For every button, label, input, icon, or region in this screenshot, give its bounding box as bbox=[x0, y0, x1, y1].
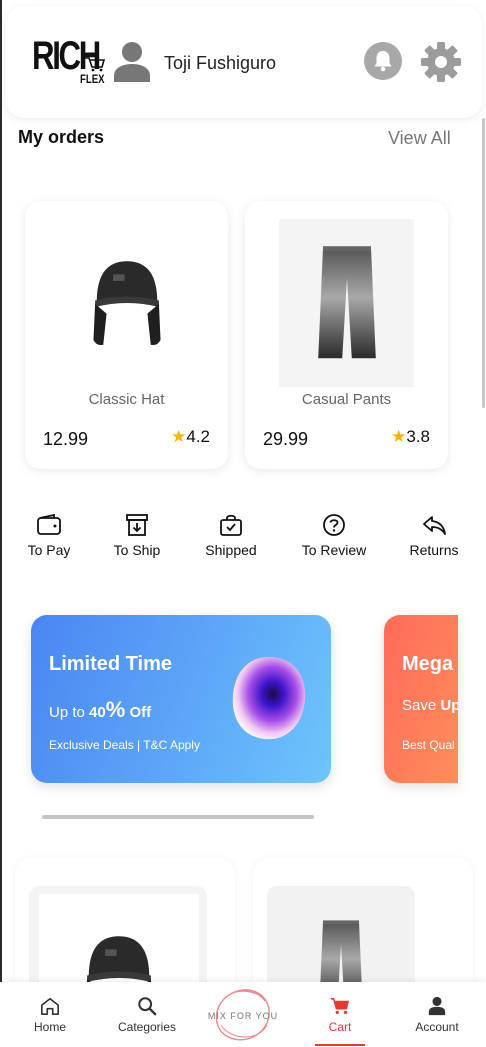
nav-label: Categories bbox=[117, 1020, 177, 1034]
nav-cart[interactable]: Cart bbox=[300, 996, 380, 1034]
active-tab-indicator bbox=[315, 1044, 365, 1046]
cart-icon bbox=[330, 998, 349, 1014]
status-shipped[interactable]: Shipped bbox=[202, 513, 260, 558]
product-name: Casual Pants bbox=[301, 391, 392, 408]
bag-check-icon bbox=[220, 514, 242, 536]
product-name: Classic Hat bbox=[88, 391, 165, 408]
logo-sub-text: FLEX bbox=[80, 72, 105, 86]
nav-label: Cart bbox=[328, 1020, 352, 1034]
search-icon bbox=[138, 997, 157, 1016]
banner-sub-pct: % bbox=[105, 697, 126, 722]
section-title: My orders bbox=[18, 127, 105, 147]
banner-title: Mega bbox=[402, 653, 454, 675]
status-label: To Review bbox=[301, 542, 367, 558]
banner-footer: Exclusive Deals | T&C Apply bbox=[49, 738, 200, 752]
reply-arrow-icon bbox=[423, 516, 446, 535]
product-card[interactable]: Classic Hat 12.99 ★4.2 bbox=[25, 201, 228, 469]
product-rating: ★3.8 bbox=[391, 427, 430, 447]
promo-banner[interactable]: Mega Save Up Best Qual bbox=[384, 615, 458, 783]
user-name[interactable]: Toji Fushiguro bbox=[164, 53, 276, 74]
status-to-review[interactable]: To Review bbox=[300, 513, 368, 558]
view-all-link[interactable]: View All bbox=[388, 128, 451, 149]
star-icon: ★ bbox=[171, 427, 187, 446]
person-icon bbox=[428, 996, 446, 1016]
banner-title: Limited Time bbox=[49, 653, 172, 675]
nav-categories[interactable]: Categories bbox=[107, 996, 187, 1034]
logo-cart-icon bbox=[85, 57, 106, 72]
home-icon bbox=[41, 997, 60, 1015]
product-rating: ★4.2 bbox=[171, 427, 210, 447]
status-label: Returns bbox=[409, 542, 459, 558]
status-to-pay[interactable]: To Pay bbox=[22, 513, 76, 558]
nav-label: Home bbox=[33, 1020, 66, 1034]
banner-sub-bold: Up bbox=[440, 697, 458, 714]
banner-sub-suffix: Off bbox=[125, 704, 152, 721]
box-download-icon bbox=[126, 514, 148, 536]
promo-banner[interactable]: Limited Time Up to 40% Off Exclusive Dea… bbox=[31, 615, 331, 783]
status-label: To Ship bbox=[113, 542, 161, 558]
status-label: Shipped bbox=[205, 542, 257, 558]
banner-subtitle: Save Up bbox=[402, 697, 458, 714]
bell-icon bbox=[374, 51, 392, 72]
rating-value: 4.2 bbox=[186, 427, 210, 446]
star-icon: ★ bbox=[391, 427, 407, 446]
carousel-indicator[interactable] bbox=[42, 815, 314, 819]
banner-footer: Best Qual bbox=[402, 738, 455, 752]
product-card[interactable]: Casual Pants 29.99 ★3.8 bbox=[245, 201, 448, 469]
product-price: 12.99 bbox=[43, 429, 89, 449]
notification-button[interactable] bbox=[364, 42, 402, 80]
scrollbar[interactable] bbox=[480, 118, 486, 408]
brand-logo[interactable]: RICH FLEX bbox=[32, 36, 106, 88]
scrollbar-thumb[interactable] bbox=[482, 118, 485, 408]
wallet-icon bbox=[37, 513, 61, 535]
bottom-navigation: Home Categories MIX FOR YOU Cart Account bbox=[0, 982, 486, 1047]
status-returns[interactable]: Returns bbox=[406, 513, 462, 558]
banner-subtitle: Up to 40% Off bbox=[49, 697, 151, 723]
nav-label: Account bbox=[415, 1020, 459, 1034]
nav-mix-for-you[interactable]: MIX FOR YOU bbox=[207, 985, 279, 1045]
rating-value: 3.8 bbox=[406, 427, 430, 446]
banner-sub-prefix: Save bbox=[402, 697, 441, 714]
app-header: RICH FLEX Toji Fushiguro bbox=[6, 6, 482, 118]
hat-image bbox=[92, 261, 161, 346]
nav-account[interactable]: Account bbox=[397, 996, 477, 1034]
banner-sub-value: 40 bbox=[89, 704, 106, 721]
nav-home[interactable]: Home bbox=[10, 996, 90, 1034]
status-to-ship[interactable]: To Ship bbox=[110, 513, 164, 558]
product-image-pants bbox=[279, 219, 414, 387]
product-price: 29.99 bbox=[263, 429, 309, 449]
gear-icon[interactable] bbox=[420, 41, 462, 83]
window-edge bbox=[0, 0, 2, 1047]
product-image-hat bbox=[59, 219, 194, 387]
status-label: To Pay bbox=[27, 542, 71, 558]
avatar-icon[interactable] bbox=[112, 40, 152, 82]
orb-graphic bbox=[232, 657, 306, 740]
pants-image bbox=[317, 246, 376, 359]
question-circle-icon bbox=[323, 514, 345, 536]
nav-label: MIX FOR YOU bbox=[207, 1011, 279, 1021]
banner-sub-prefix: Up to bbox=[49, 704, 90, 721]
